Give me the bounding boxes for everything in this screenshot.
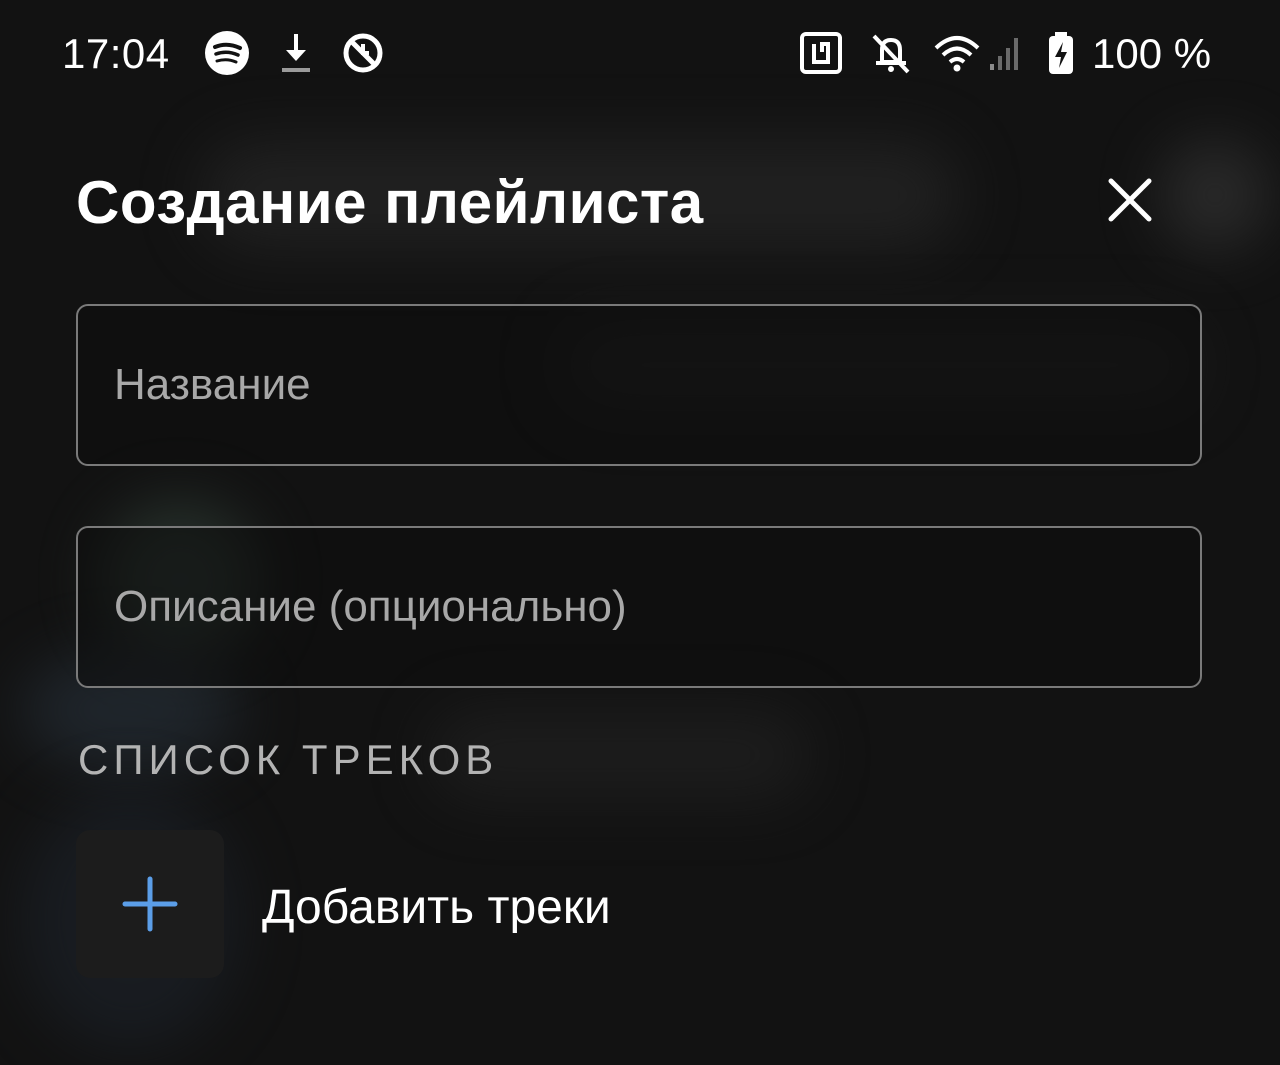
status-time: 17:04 [62, 30, 170, 77]
download-icon [274, 30, 320, 76]
background-blur [1160, 140, 1270, 250]
description-field[interactable] [76, 526, 1202, 688]
plus-icon [122, 876, 178, 932]
name-field[interactable] [76, 304, 1202, 466]
add-tracks-button[interactable]: Добавить треки [76, 830, 776, 980]
add-tracks-label: Добавить треки [262, 881, 611, 934]
wifi-icon [932, 30, 982, 76]
battery-percentage: 100 % [1092, 30, 1212, 77]
page-title: Создание плейлиста [76, 169, 704, 236]
spotify-icon [204, 30, 250, 76]
notifications-off-icon [868, 30, 914, 76]
close-button[interactable] [1096, 166, 1164, 234]
name-input[interactable] [114, 306, 1164, 464]
nfc-icon [798, 30, 844, 76]
description-input[interactable] [114, 528, 1164, 686]
battery-charging-icon [1044, 30, 1078, 76]
cellular-signal-icon [986, 30, 1026, 76]
close-icon [1108, 178, 1152, 222]
vpn-blocked-icon [340, 30, 386, 76]
status-bar: 17:04 100 % [0, 0, 1280, 110]
add-tracks-tile[interactable] [76, 830, 224, 978]
track-list-heading: СПИСОК ТРЕКОВ [78, 736, 499, 783]
